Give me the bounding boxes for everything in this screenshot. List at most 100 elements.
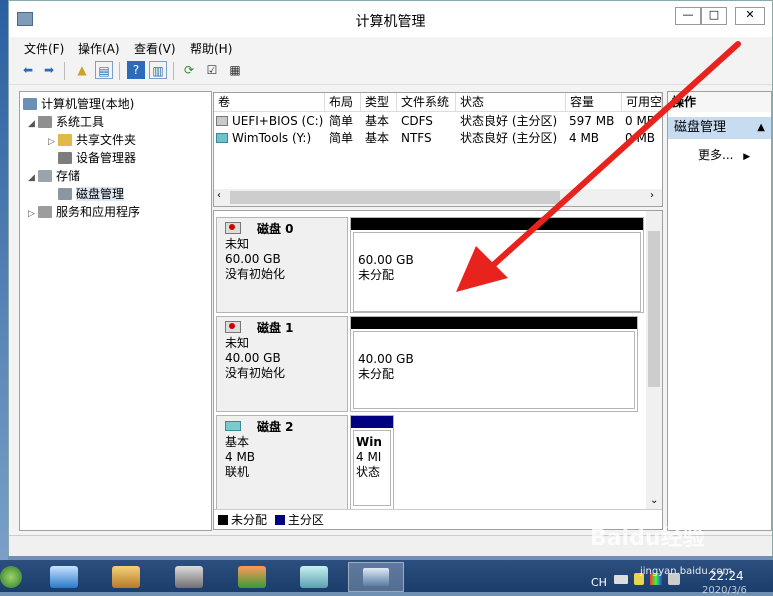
volume-type: 基本 <box>365 114 390 128</box>
column-capacity[interactable]: 容量 <box>566 93 622 111</box>
column-volume[interactable]: 卷 <box>214 93 325 111</box>
disk-2-info[interactable]: 磁盘 2 基本 4 MB 联机 <box>216 415 348 511</box>
column-type[interactable]: 类型 <box>361 93 397 111</box>
show-hide-action-pane-icon[interactable]: ▥ <box>149 61 167 79</box>
back-arrow-icon[interactable]: ⬅ <box>19 61 37 79</box>
properties-icon[interactable]: ☑ <box>203 61 221 79</box>
tree-item-storage[interactable]: ◢ 存储 <box>28 167 80 185</box>
expand-arrow-icon[interactable]: ▷ <box>48 137 58 147</box>
collapse-arrow-icon[interactable]: ▲ <box>757 117 765 139</box>
primary-partition-bar <box>351 416 393 428</box>
toolbar-separator <box>173 62 174 80</box>
help-icon[interactable]: ? <box>127 61 145 79</box>
volume-status: 状态良好 (主分区) <box>460 114 558 128</box>
legend-primary: 主分区 <box>287 513 324 527</box>
column-status[interactable]: 状态 <box>456 93 566 111</box>
legend-unallocated: 未分配 <box>231 513 268 527</box>
disk-1-info[interactable]: 磁盘 1 未知 40.00 GB 没有初始化 <box>216 316 348 412</box>
disk-2-partition[interactable]: Win 4 MI 状态 <box>350 415 394 511</box>
volume-name: UEFI+BIOS (C:) <box>232 114 324 128</box>
volume-capacity: 4 MB <box>569 131 600 145</box>
hardware-icon[interactable] <box>175 566 203 588</box>
scroll-down-icon[interactable]: ⌄ <box>650 495 658 506</box>
scroll-left-icon[interactable]: ‹ <box>217 190 221 201</box>
volume-list-header: 卷 布局 类型 文件系统 状态 容量 可用空 <box>214 93 662 112</box>
volume-filesystem: CDFS <box>401 114 433 128</box>
document-icon[interactable] <box>300 566 328 588</box>
scrollbar-thumb[interactable] <box>648 231 660 387</box>
column-free-space[interactable]: 可用空 <box>622 93 662 111</box>
menu-action[interactable]: 操作(A) <box>78 40 120 57</box>
volume-type: 基本 <box>365 131 390 145</box>
actions-pane: 操作 磁盘管理 ▲ 更多... ▶ <box>667 91 772 531</box>
tree-item-shared-folders[interactable]: ▷ 共享文件夹 <box>48 131 136 149</box>
apps-icon[interactable] <box>238 566 266 588</box>
toolbar-separator <box>64 62 65 80</box>
maximize-button[interactable]: □ <box>701 7 727 25</box>
volume-free-space: 0 MB <box>625 131 656 145</box>
disk-0-info[interactable]: 磁盘 0 未知 60.00 GB 没有初始化 <box>216 217 348 313</box>
table-row[interactable]: UEFI+BIOS (C:) 简单 基本 CDFS 状态良好 (主分区) 597… <box>214 113 662 130</box>
clock-date[interactable]: 2020/3/6 <box>702 585 747 596</box>
tree-item-disk-management[interactable]: 磁盘管理 <box>58 185 125 203</box>
disk-0-partition[interactable]: 60.00 GB 未分配 <box>350 217 644 313</box>
tree-item-services-apps[interactable]: ▷ 服务和应用程序 <box>28 203 140 221</box>
scrollbar-thumb[interactable] <box>230 191 560 204</box>
disk-status: 联机 <box>225 465 250 479</box>
disk-warning-icon <box>225 321 241 333</box>
refresh-icon[interactable]: ⟳ <box>180 61 198 79</box>
storage-icon <box>38 170 52 182</box>
cleanup-tool-icon[interactable] <box>112 566 140 588</box>
more-actions-link[interactable]: 更多... ▶ <box>698 146 750 163</box>
disk-kind: 未知 <box>225 237 250 251</box>
actions-header: 操作 <box>668 92 771 112</box>
show-hide-tree-icon[interactable]: ▤ <box>95 61 113 79</box>
settings-icon[interactable]: ▦ <box>226 61 244 79</box>
close-button[interactable]: ✕ <box>735 7 765 25</box>
minimize-button[interactable]: — <box>675 7 701 25</box>
collapse-arrow-icon[interactable]: ◢ <box>28 119 38 129</box>
disk-1-partition[interactable]: 40.00 GB 未分配 <box>350 316 638 412</box>
disk-size: 4 MB <box>225 450 256 464</box>
column-filesystem[interactable]: 文件系统 <box>397 93 456 111</box>
volume-free-space: 0 MB <box>625 114 656 128</box>
computer-management-taskbar-button[interactable] <box>348 562 404 592</box>
tree-item-root[interactable]: 计算机管理(本地) <box>23 95 134 113</box>
desktop-background <box>0 0 8 560</box>
horizontal-scrollbar[interactable]: ‹ › <box>214 189 662 206</box>
forward-arrow-icon[interactable]: ➡ <box>40 61 58 79</box>
services-icon <box>38 206 52 218</box>
volume-layout: 简单 <box>329 114 354 128</box>
device-manager-icon <box>58 152 72 164</box>
collapse-arrow-icon[interactable]: ◢ <box>28 173 38 183</box>
tree-item-device-manager[interactable]: 设备管理器 <box>58 149 136 167</box>
cd-drive-icon <box>216 116 228 126</box>
disk-icon <box>225 421 241 431</box>
tree-item-system-tools[interactable]: ◢ 系统工具 <box>28 113 104 131</box>
volume-list: 卷 布局 类型 文件系统 状态 容量 可用空 UEFI+BIOS (C:) 简单… <box>213 92 663 207</box>
baidu-watermark: Baidu经验 <box>590 526 705 551</box>
shared-folder-icon <box>58 134 72 146</box>
up-folder-icon[interactable]: ▲ <box>73 61 91 79</box>
volume-name: WimTools (Y:) <box>232 131 312 145</box>
column-layout[interactable]: 布局 <box>325 93 361 111</box>
vertical-scrollbar[interactable]: ⌄ <box>646 211 662 511</box>
title-bar[interactable]: 计算机管理 — □ ✕ <box>9 1 772 37</box>
menu-help[interactable]: 帮助(H) <box>190 40 232 57</box>
desktop-window-icon[interactable] <box>50 566 78 588</box>
computer-management-window: 计算机管理 — □ ✕ 文件(F) 操作(A) 查看(V) 帮助(H) ⬅ ➡ … <box>8 0 773 556</box>
expand-arrow-icon[interactable]: ▷ <box>28 209 38 219</box>
unallocated-bar <box>351 317 637 329</box>
menu-view[interactable]: 查看(V) <box>134 40 176 57</box>
keyboard-icon[interactable] <box>614 575 628 584</box>
menu-file[interactable]: 文件(F) <box>24 40 64 57</box>
disk-kind: 未知 <box>225 336 250 350</box>
toolbar-separator <box>119 62 120 80</box>
scroll-right-icon[interactable]: › <box>650 190 654 201</box>
start-button-icon[interactable] <box>0 566 22 588</box>
computer-management-icon <box>363 568 389 586</box>
table-row[interactable]: WimTools (Y:) 简单 基本 NTFS 状态良好 (主分区) 4 MB… <box>214 130 662 147</box>
volume-layout: 简单 <box>329 131 354 145</box>
actions-disk-management[interactable]: 磁盘管理 ▲ <box>668 117 771 139</box>
input-language[interactable]: CH <box>591 576 607 589</box>
